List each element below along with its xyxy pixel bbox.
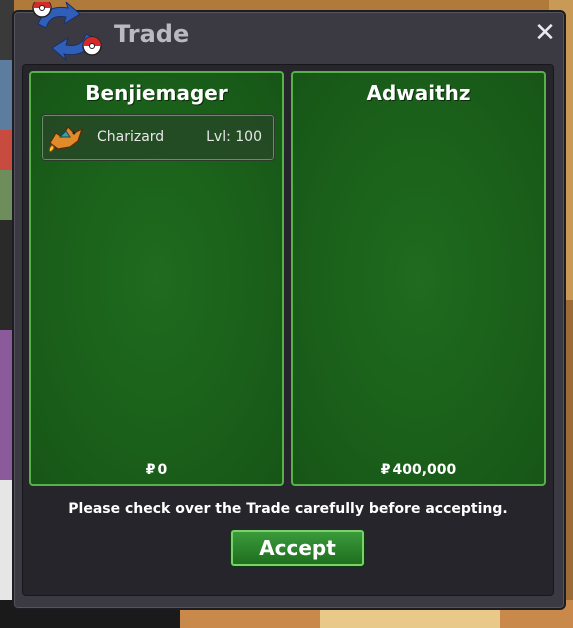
trade-arrows-pokeball-icon	[32, 2, 102, 62]
trade-content: Benjiemager Charizard Lvl: 100 ₽0 Adwait…	[22, 64, 554, 596]
pokedollar-icon: ₽	[145, 462, 156, 478]
player-name-left: Benjiemager	[85, 81, 228, 105]
close-icon[interactable]: ✕	[532, 20, 558, 46]
trade-warning-text: Please check over the Trade carefully be…	[68, 501, 508, 517]
money-left: ₽0	[31, 462, 282, 478]
offered-pokemon-slot[interactable]: Charizard Lvl: 100	[41, 114, 275, 161]
partner-offer-panel: Adwaithz ₽400,000	[291, 71, 546, 486]
charizard-sprite-icon	[48, 126, 84, 153]
money-right: ₽400,000	[293, 462, 544, 478]
my-offer-panel: Benjiemager Charizard Lvl: 100 ₽0	[29, 71, 284, 486]
trade-window: Trade ✕ Benjiemager Charizard Lvl: 100 ₽…	[12, 2, 566, 610]
accept-button[interactable]: Accept	[231, 530, 364, 566]
money-left-amount: 0	[157, 462, 168, 478]
pokemon-name: Charizard	[97, 129, 165, 145]
pokemon-level: Lvl: 100	[206, 129, 262, 145]
money-right-amount: 400,000	[392, 462, 457, 478]
pokedollar-icon: ₽	[380, 462, 391, 478]
title-bar[interactable]: Trade ✕	[14, 2, 564, 62]
window-title: Trade	[114, 20, 190, 48]
player-name-right: Adwaithz	[366, 81, 471, 105]
